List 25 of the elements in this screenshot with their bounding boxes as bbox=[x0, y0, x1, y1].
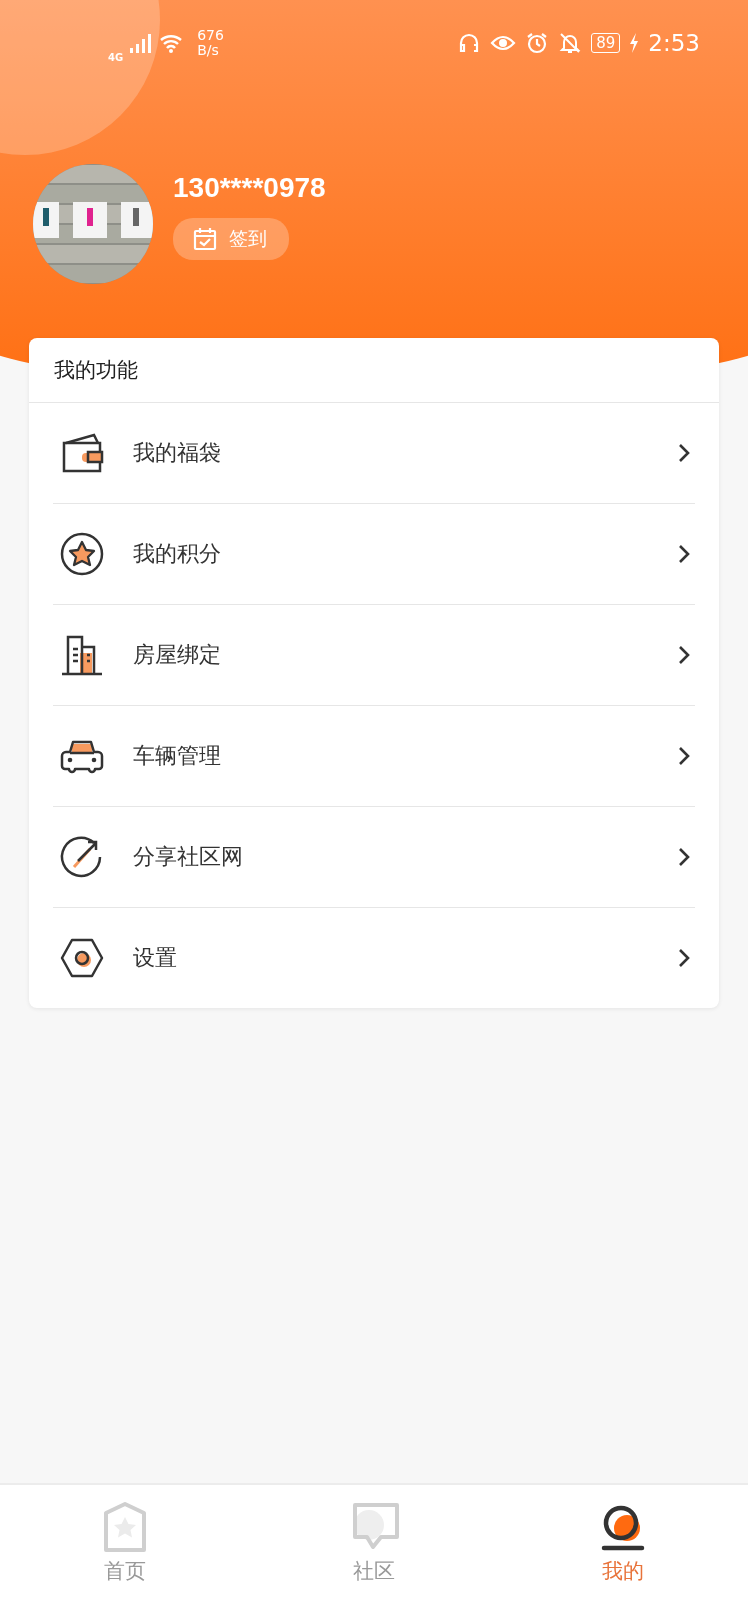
star-badge-icon bbox=[58, 530, 106, 578]
menu-item[interactable]: 我的积分 bbox=[53, 504, 695, 605]
bell-off-icon bbox=[558, 31, 583, 55]
chevron-right-icon bbox=[677, 442, 691, 464]
chevron-right-icon bbox=[677, 846, 691, 868]
menu-item[interactable]: 车辆管理 bbox=[53, 706, 695, 807]
chevron-right-icon bbox=[677, 644, 691, 666]
battery-level: 89 bbox=[591, 33, 621, 53]
network-type: 4G bbox=[108, 51, 124, 63]
menu-item[interactable]: 设置 bbox=[53, 908, 695, 1008]
calendar-check-icon bbox=[193, 227, 217, 251]
home-star-icon bbox=[101, 1501, 148, 1553]
chevron-right-icon bbox=[677, 745, 691, 767]
chevron-right-icon bbox=[677, 543, 691, 565]
clock-time: 2:53 bbox=[648, 30, 700, 56]
menu-item[interactable]: 我的福袋 bbox=[53, 403, 695, 504]
menu-item[interactable]: 分享社区网 bbox=[53, 807, 695, 908]
speed-unit: B/s bbox=[197, 43, 220, 58]
chevron-right-icon bbox=[677, 947, 691, 969]
phone-number: 130****0978 bbox=[173, 172, 326, 204]
charging-icon bbox=[629, 33, 640, 53]
signal-icon bbox=[129, 32, 154, 54]
network-speed: 676 bbox=[197, 28, 224, 43]
menu-item[interactable]: 房屋绑定 bbox=[53, 605, 695, 706]
section-title: 我的功能 bbox=[29, 338, 719, 403]
